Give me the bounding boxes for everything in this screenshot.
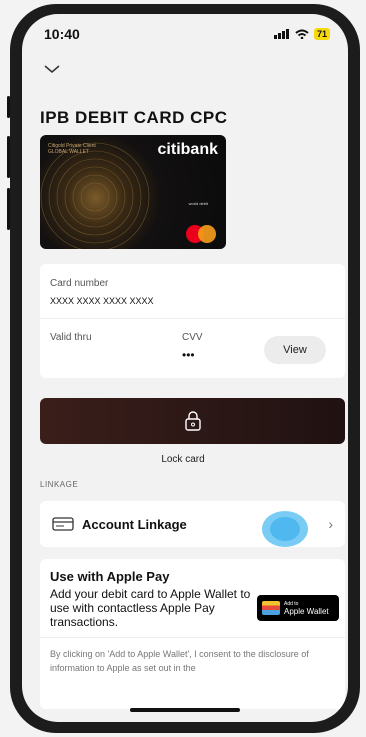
battery-icon: 71 bbox=[313, 28, 330, 40]
card-number-label: Card number bbox=[50, 278, 109, 289]
card-tier: world debit bbox=[188, 201, 208, 206]
volume-down-button bbox=[7, 188, 10, 230]
lock-card-button[interactable] bbox=[40, 398, 345, 444]
linkage-section-label: LINKAGE bbox=[40, 480, 79, 489]
add-to-apple-wallet-button[interactable]: Add to Apple Wallet bbox=[257, 595, 339, 621]
account-linkage-label: Account Linkage bbox=[82, 516, 187, 532]
page-title: IPB DEBIT CARD CPC bbox=[40, 108, 228, 127]
citibank-logo: citibank bbox=[157, 141, 218, 158]
apple-wallet-consent-text: By clicking on 'Add to Apple Wallet', I … bbox=[50, 649, 309, 673]
mastercard-icon bbox=[186, 225, 216, 243]
divider bbox=[40, 318, 345, 319]
signal-icon bbox=[273, 29, 289, 39]
screen: 10:40 71 IPB DEBIT CARD CPC Citigold Pri… bbox=[22, 14, 348, 722]
wallet-label: Apple Wallet bbox=[284, 607, 329, 616]
view-button[interactable]: View bbox=[264, 336, 326, 364]
apple-pay-panel: Use with Apple Pay Add your debit card t… bbox=[40, 559, 345, 709]
card-brand-line-2: GLOBAL WALLET bbox=[48, 149, 90, 155]
card-icon bbox=[52, 517, 74, 531]
cvv-value: ••• bbox=[182, 348, 195, 362]
lock-icon bbox=[184, 411, 201, 431]
lock-card-label: Lock card bbox=[161, 454, 205, 465]
chevron-down-icon[interactable] bbox=[44, 64, 60, 74]
chevron-right-icon: › bbox=[328, 516, 333, 532]
side-button bbox=[7, 96, 10, 118]
divider bbox=[40, 637, 345, 638]
status-icons: 71 bbox=[273, 28, 330, 40]
apple-pay-title: Use with Apple Pay bbox=[50, 569, 170, 584]
wallet-icon bbox=[262, 601, 280, 615]
debit-card-image: Citigold Private Client GLOBAL WALLET ci… bbox=[40, 135, 226, 249]
status-time: 10:40 bbox=[44, 26, 80, 42]
wifi-icon bbox=[295, 29, 309, 39]
card-number-value: XXXX XXXX XXXX XXXX bbox=[50, 296, 154, 306]
apple-pay-description: Add your debit card to Apple Wallet to u… bbox=[50, 587, 251, 629]
touch-indicator-core bbox=[270, 517, 300, 541]
card-details-panel: Card number XXXX XXXX XXXX XXXX Valid th… bbox=[40, 264, 345, 378]
status-bar: 10:40 71 bbox=[22, 14, 348, 54]
wallet-button-text: Add to Apple Wallet bbox=[284, 600, 329, 616]
cvv-label: CVV bbox=[182, 332, 203, 343]
volume-up-button bbox=[7, 136, 10, 178]
valid-thru-label: Valid thru bbox=[50, 332, 92, 343]
home-indicator[interactable] bbox=[130, 708, 240, 712]
